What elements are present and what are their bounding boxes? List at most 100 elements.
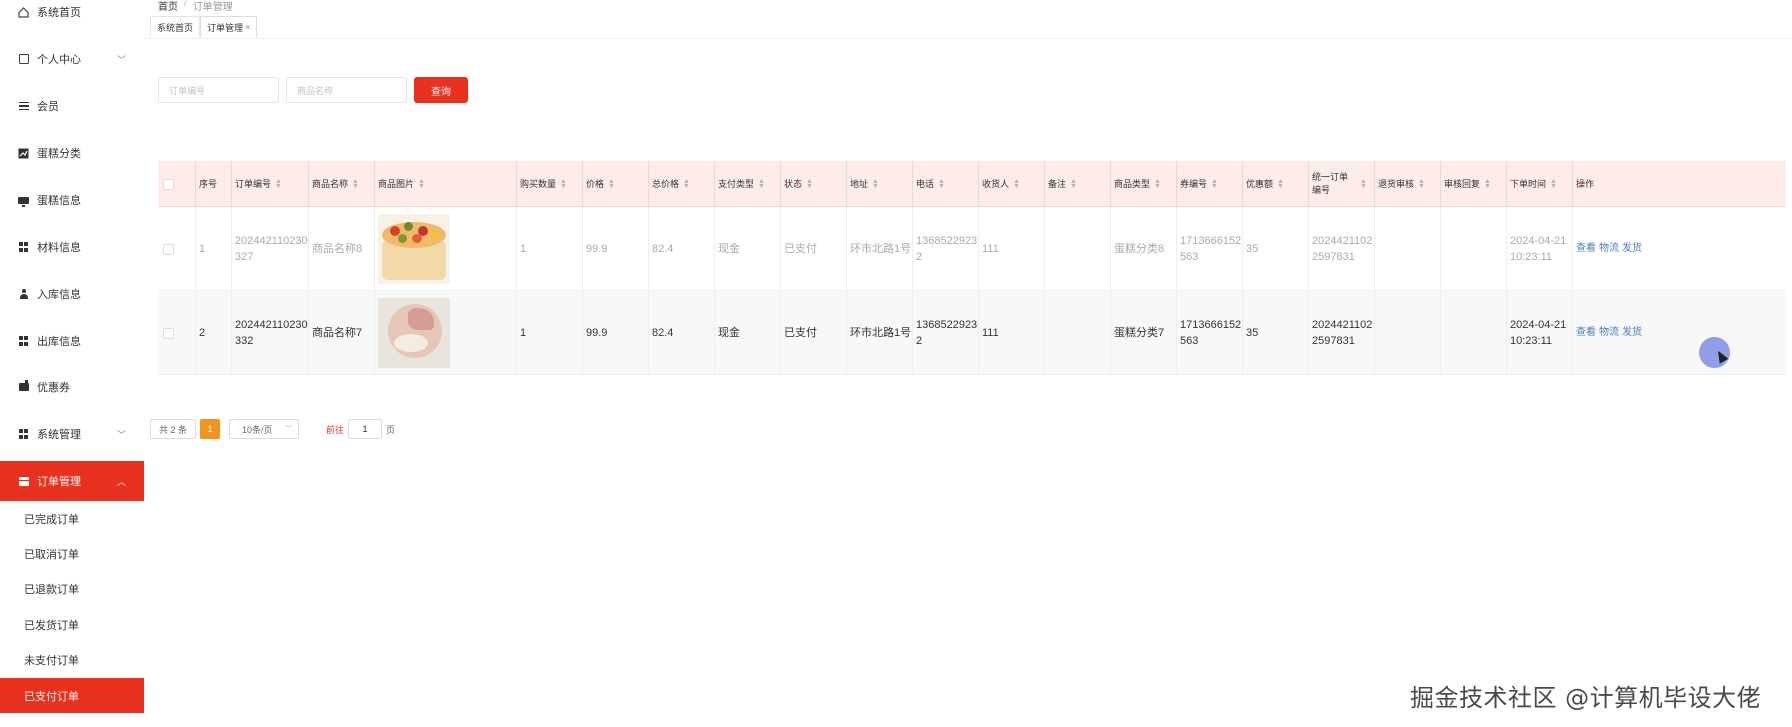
sort-icon[interactable]: ▲ ▼ (1013, 178, 1020, 190)
sidebar-item-member[interactable]: 会员 (0, 86, 144, 126)
cell-return-review (1374, 291, 1440, 375)
sidebar-item-system-management[interactable]: 系统管理 ﹀ (0, 414, 144, 454)
sort-icon[interactable]: ▲ ▼ (1360, 178, 1367, 190)
close-icon[interactable]: × (245, 22, 250, 32)
tab-label: 订单管理 (207, 22, 244, 33)
sort-icon[interactable]: ▲ ▼ (806, 178, 813, 190)
column-header[interactable]: 购买数量 ▲ ▼ (516, 161, 582, 207)
pagination-page-1[interactable]: 1 (200, 419, 220, 439)
row-checkbox[interactable] (163, 327, 174, 339)
column-header[interactable]: 订单编号 ▲ ▼ (231, 161, 308, 207)
page-size-select[interactable]: 10条/页 ﹀ (229, 419, 299, 439)
tab-system-home[interactable]: 系统首页 (150, 16, 201, 37)
column-header[interactable]: 商品类型 ▲ ▼ (1110, 161, 1176, 207)
submenu-item-refunded-orders[interactable]: 已退款订单 (0, 571, 144, 606)
column-header[interactable]: 总价格 ▲ ▼ (648, 161, 714, 207)
sort-icon[interactable]: ▲ ▼ (1070, 178, 1077, 190)
select-all-checkbox[interactable] (163, 178, 174, 190)
submenu-item-unpaid-orders[interactable]: 未支付订单 (0, 642, 144, 677)
column-header[interactable]: 退货审核 ▲ ▼ (1374, 161, 1440, 207)
sort-icon[interactable]: ▲ ▼ (1277, 178, 1284, 190)
sort-icon[interactable]: ▲ ▼ (1550, 178, 1557, 190)
cell-time: 2024-04-21 10:23:11 (1506, 207, 1572, 291)
submenu-item-cancelled-orders[interactable]: 已取消订单 (0, 536, 144, 571)
sort-icon[interactable]: ▲ ▼ (608, 178, 615, 190)
sidebar-item-personal-center[interactable]: 个人中心 ﹀ (0, 39, 144, 79)
chevron-down-icon: ﹀ (116, 429, 126, 440)
logistics-link[interactable]: 物流 (1599, 241, 1619, 257)
sort-icon[interactable]: ▲ ▼ (758, 178, 765, 190)
column-header[interactable]: 电话 ▲ ▼ (912, 161, 978, 207)
sidebar-item-cake-category[interactable]: 蛋糕分类 (0, 133, 144, 173)
tab-bar: 系统首页 订单管理 × (150, 16, 258, 38)
column-header[interactable]: 状态 ▲ ▼ (780, 161, 846, 207)
sidebar-item-order-management[interactable]: 订单管理 ︿ (0, 461, 144, 501)
breadcrumb-home[interactable]: 首页 (158, 0, 178, 13)
sort-icon[interactable]: ▲ ▼ (1484, 178, 1491, 190)
column-header[interactable]: 序号 (195, 161, 231, 207)
cell-review-reply (1440, 207, 1506, 291)
ship-link[interactable]: 发货 (1622, 325, 1642, 341)
column-label: 购买数量 (520, 178, 557, 189)
tab-order-management[interactable]: 订单管理 × (200, 16, 258, 37)
placeholder-text: 商品名称 (297, 85, 334, 96)
column-label: 备注 (1048, 178, 1067, 189)
cell-pay-type: 现金 (714, 207, 780, 291)
sidebar-item-coupon[interactable]: 优惠券 (0, 367, 144, 407)
sidebar-item-stock-in[interactable]: 入库信息 (0, 274, 144, 314)
column-header[interactable]: 统一订单编号 ▲ ▼ (1308, 161, 1374, 207)
sort-icon[interactable]: ▲ ▼ (1418, 178, 1425, 190)
column-header[interactable]: 备注 ▲ ▼ (1044, 161, 1110, 207)
logistics-link[interactable]: 物流 (1599, 325, 1619, 341)
search-button[interactable]: 查询 (414, 77, 468, 103)
page-size-value: 10条/页 (242, 424, 273, 435)
submenu-item-shipped-orders[interactable]: 已发货订单 (0, 607, 144, 642)
sort-icon[interactable]: ▲ ▼ (275, 178, 282, 190)
cell-product-image (374, 291, 516, 375)
column-header[interactable]: 支付类型 ▲ ▼ (714, 161, 780, 207)
column-header[interactable]: 下单时间 ▲ ▼ (1506, 161, 1572, 207)
select-all-header (158, 161, 195, 207)
product-name-search-input[interactable]: 商品名称 (286, 77, 407, 103)
ship-link[interactable]: 发货 (1622, 241, 1642, 257)
submenu-item-completed-orders[interactable]: 已完成订单 (0, 501, 144, 536)
column-header[interactable]: 收货人 ▲ ▼ (978, 161, 1044, 207)
sort-icon[interactable]: ▲ ▼ (872, 178, 879, 190)
sidebar-item-cake-info[interactable]: 蛋糕信息 (0, 180, 144, 220)
sort-icon[interactable]: ▲ ▼ (1211, 178, 1218, 190)
sort-icon[interactable]: ▲ ▼ (560, 178, 567, 190)
column-header[interactable]: 商品名称 ▲ ▼ (308, 161, 374, 207)
cell-pay-type: 现金 (714, 291, 780, 375)
sidebar-item-label: 材料信息 (37, 242, 81, 254)
column-header[interactable]: 审核回复 ▲ ▼ (1440, 161, 1506, 207)
submenu-item-paid-orders[interactable]: 已支付订单 (0, 678, 144, 713)
cell-status: 已支付 (780, 291, 846, 375)
sort-icon[interactable]: ▲ ▼ (1154, 178, 1161, 190)
order-no-search-input[interactable]: 订单编号 (158, 77, 279, 103)
sidebar-item-material-info[interactable]: 材料信息 (0, 227, 144, 267)
sort-icon[interactable]: ▲ ▼ (352, 178, 359, 190)
sidebar-item-stock-out[interactable]: 出库信息 (0, 321, 144, 361)
view-link[interactable]: 查看 (1576, 325, 1596, 341)
column-header[interactable]: 券编号 ▲ ▼ (1176, 161, 1242, 207)
column-header[interactable]: 价格 ▲ ▼ (582, 161, 648, 207)
sidebar-item-home[interactable]: 系统首页 (0, 0, 144, 32)
cake-image[interactable] (378, 298, 450, 368)
column-header[interactable]: 地址 ▲ ▼ (846, 161, 912, 207)
cell-return-review (1374, 207, 1440, 291)
column-header[interactable]: 优惠额 ▲ ▼ (1242, 161, 1308, 207)
row-checkbox[interactable] (163, 243, 174, 255)
column-header[interactable]: 商品图片 ▲ ▼ (374, 161, 516, 207)
table-row: 1 202442110230327 商品名称8 1 99.9 82.4 现金 已… (158, 207, 1786, 291)
sort-icon[interactable]: ▲ ▼ (938, 178, 945, 190)
sort-icon[interactable]: ▲ ▼ (683, 178, 690, 190)
cell-index: 1 (195, 207, 231, 291)
chevron-up-icon: ︿ (116, 476, 126, 487)
breadcrumb-separator: / (184, 0, 187, 9)
cake-image[interactable] (378, 214, 450, 284)
view-link[interactable]: 查看 (1576, 241, 1596, 257)
submenu-item-label: 未支付订单 (24, 654, 79, 667)
column-label: 统一订单编号 (1312, 172, 1349, 195)
goto-page-input[interactable]: 1 (348, 419, 383, 439)
sort-icon[interactable]: ▲ ▼ (418, 178, 425, 190)
